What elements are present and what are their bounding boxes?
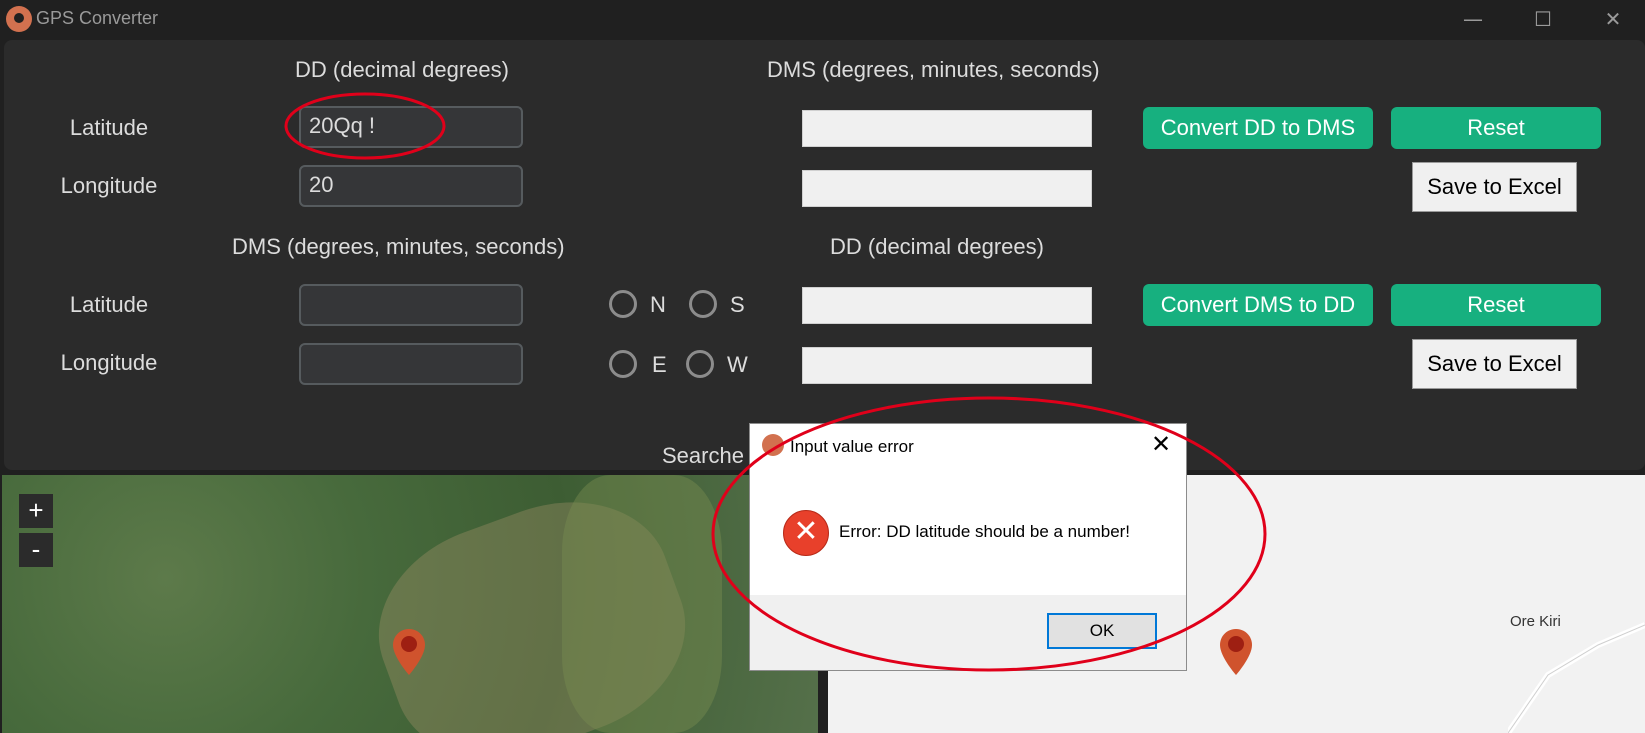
dd-header: DD (decimal degrees) bbox=[295, 57, 509, 82]
dialog-app-icon bbox=[762, 434, 784, 456]
dms-latitude-output[interactable] bbox=[802, 110, 1092, 147]
minimize-icon[interactable]: — bbox=[1438, 0, 1508, 38]
window-title: GPS Converter bbox=[36, 8, 159, 28]
map-pin-icon[interactable] bbox=[1220, 629, 1252, 675]
zoom-out-button[interactable]: - bbox=[19, 533, 53, 567]
ok-button[interactable]: OK bbox=[1047, 613, 1157, 649]
dd-latitude-output[interactable] bbox=[802, 287, 1092, 324]
radio-e[interactable] bbox=[609, 350, 637, 378]
radio-w[interactable] bbox=[686, 350, 714, 378]
satellite-map[interactable] bbox=[2, 475, 818, 733]
convert-dms-to-dd-button[interactable]: Convert DMS to DD bbox=[1143, 284, 1373, 326]
dd-header-2: DD (decimal degrees) bbox=[830, 234, 1044, 259]
close-icon[interactable]: ✕ bbox=[1146, 430, 1176, 458]
dms-longitude-output[interactable] bbox=[802, 170, 1092, 207]
radio-e-label: E bbox=[652, 352, 667, 377]
dd-longitude-input[interactable]: 20 bbox=[299, 165, 523, 207]
dms-header: DMS (degrees, minutes, seconds) bbox=[767, 57, 1100, 82]
dms-header-2: DMS (degrees, minutes, seconds) bbox=[232, 234, 565, 259]
title-bar bbox=[0, 0, 1645, 38]
radio-w-label: W bbox=[727, 352, 748, 377]
dd-longitude-output[interactable] bbox=[802, 347, 1092, 384]
error-message: Error: DD latitude should be a number! bbox=[839, 522, 1131, 541]
maximize-icon[interactable]: ☐ bbox=[1508, 0, 1578, 38]
map-pin-icon[interactable] bbox=[393, 629, 425, 675]
radio-n[interactable] bbox=[609, 290, 637, 318]
dialog-title: Input value error bbox=[790, 437, 914, 456]
close-icon[interactable]: ✕ bbox=[1578, 0, 1645, 38]
reset-button-1[interactable]: Reset bbox=[1391, 107, 1601, 149]
dms-latitude-input[interactable] bbox=[299, 284, 523, 326]
radio-n-label: N bbox=[650, 292, 666, 317]
app-logo-icon bbox=[6, 6, 32, 32]
zoom-in-button[interactable]: + bbox=[19, 494, 53, 528]
save-to-excel-button-2[interactable]: Save to Excel bbox=[1412, 339, 1577, 389]
map-place-label: Ore Kiri bbox=[1510, 613, 1561, 630]
dd-latitude-label: Latitude bbox=[69, 115, 149, 140]
error-icon: ✕ bbox=[783, 510, 829, 556]
save-to-excel-button-1[interactable]: Save to Excel bbox=[1412, 162, 1577, 212]
dd-latitude-input[interactable]: 20Qq ! bbox=[299, 106, 523, 148]
dd-longitude-label: Longitude bbox=[60, 173, 158, 198]
radio-s-label: S bbox=[730, 292, 745, 317]
reset-button-2[interactable]: Reset bbox=[1391, 284, 1601, 326]
radio-s[interactable] bbox=[689, 290, 717, 318]
convert-dd-to-dms-button[interactable]: Convert DD to DMS bbox=[1143, 107, 1373, 149]
dms-longitude-input[interactable] bbox=[299, 343, 523, 385]
dms-latitude-label: Latitude bbox=[69, 292, 149, 317]
dms-longitude-label: Longitude bbox=[60, 350, 158, 375]
searched-label: Searche bbox=[662, 443, 744, 468]
error-dialog: Input value error ✕ ✕ Error: DD latitude… bbox=[749, 423, 1187, 671]
